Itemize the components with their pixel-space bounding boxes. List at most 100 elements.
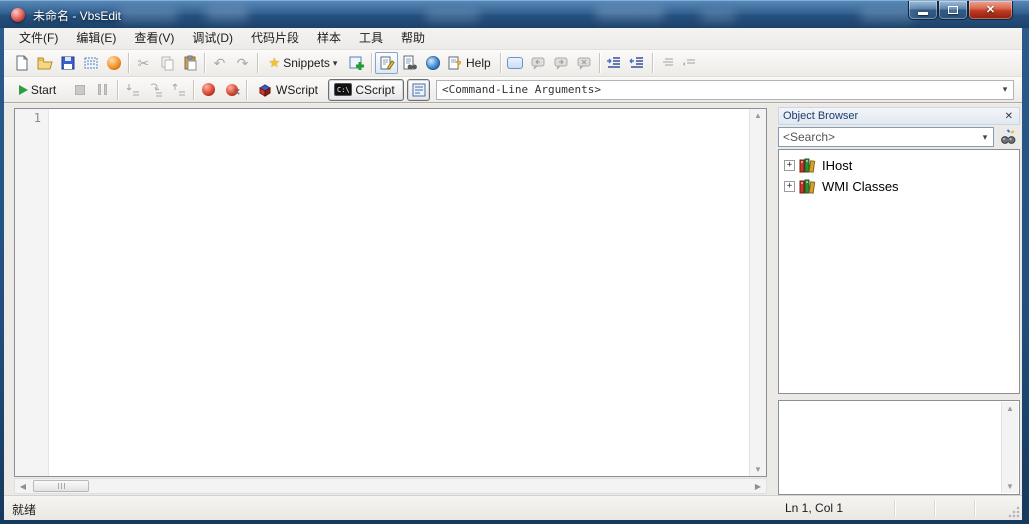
minimize-button[interactable] <box>908 1 938 20</box>
command-line-arguments-combo[interactable]: <Command-Line Arguments> ▾ <box>436 80 1014 100</box>
menu-help[interactable]: 帮助 <box>392 28 434 49</box>
status-separator <box>974 500 975 516</box>
snippets-dropdown-button[interactable]: ★ Snippets ▾ <box>261 52 345 74</box>
scroll-down-icon[interactable]: ▼ <box>750 465 766 474</box>
svg-text:?: ? <box>455 59 462 71</box>
code-editor[interactable]: 1 ▲ ▼ <box>14 108 767 477</box>
scrollbar-thumb[interactable] <box>33 480 89 492</box>
editor-vertical-scrollbar[interactable]: ▲ ▼ <box>749 109 766 476</box>
expand-icon[interactable]: + <box>784 160 795 171</box>
scroll-right-icon[interactable]: ▶ <box>750 482 766 491</box>
cut-button[interactable]: ✂ <box>132 52 155 74</box>
start-button[interactable]: Start <box>10 79 68 101</box>
menu-file[interactable]: 文件(F) <box>10 28 67 49</box>
help-document-icon: ? <box>447 55 463 71</box>
status-separator <box>934 500 935 516</box>
title-bar[interactable]: 未命名 - VbsEdit ✕ <box>0 0 1029 28</box>
paste-icon <box>182 55 198 71</box>
open-file-button[interactable] <box>33 52 56 74</box>
menu-tools[interactable]: 工具 <box>350 28 392 49</box>
stop-button[interactable] <box>68 79 91 101</box>
indent-button[interactable] <box>603 52 626 74</box>
record-button[interactable] <box>102 52 125 74</box>
menu-debug[interactable]: 调试(D) <box>183 28 242 49</box>
add-snippet-button[interactable] <box>345 52 368 74</box>
toggle-breakpoint-button[interactable] <box>197 79 220 101</box>
menu-edit[interactable]: 编辑(E) <box>67 28 125 49</box>
panel-splitter[interactable] <box>770 104 778 495</box>
tree-item-label: WMI Classes <box>822 179 899 194</box>
next-bookmark-button[interactable] <box>550 52 573 74</box>
samples-button[interactable] <box>79 52 102 74</box>
cscript-button[interactable]: C:\ CScript <box>328 79 404 101</box>
comment-button[interactable] <box>656 52 679 74</box>
step-out-button[interactable] <box>167 79 190 101</box>
menu-snippets[interactable]: 代码片段 <box>242 28 308 49</box>
wscript-label: WScript <box>276 83 318 97</box>
scroll-up-icon[interactable]: ▲ <box>1002 404 1018 413</box>
menu-bar: 文件(F) 编辑(E) 查看(V) 调试(D) 代码片段 样本 工具 帮助 <box>4 28 1022 50</box>
web-help-button[interactable] <box>421 52 444 74</box>
maximize-button[interactable] <box>938 1 968 20</box>
bubble-next-icon <box>553 55 569 71</box>
cut-icon: ✂ <box>138 55 150 72</box>
pause-button[interactable] <box>91 79 114 101</box>
clear-bookmarks-button[interactable] <box>573 52 596 74</box>
start-icon <box>19 85 28 95</box>
clear-breakpoints-button[interactable]: ✕ <box>220 79 243 101</box>
tooltip-box-button[interactable] <box>504 52 527 74</box>
search-combo[interactable]: <Search> ▾ <box>778 127 994 147</box>
editor-horizontal-scrollbar[interactable]: ◀ ▶ <box>14 478 767 494</box>
start-label: Start <box>31 83 56 97</box>
description-vertical-scrollbar[interactable]: ▲ ▼ <box>1001 402 1018 493</box>
member-description-panel[interactable]: ▲ ▼ <box>778 400 1020 495</box>
resize-grip[interactable] <box>1008 506 1020 518</box>
find-in-document-button[interactable] <box>398 52 421 74</box>
debug-toolbar: Start ✕ <box>4 77 1022 103</box>
minimize-icon <box>918 12 928 15</box>
toolbar-separator <box>500 53 501 73</box>
chevron-down-icon: ▾ <box>333 58 338 69</box>
expand-icon[interactable]: + <box>784 181 795 192</box>
menu-samples[interactable]: 样本 <box>308 28 350 49</box>
save-button[interactable] <box>56 52 79 74</box>
snippets-label: Snippets <box>283 56 330 70</box>
uncomment-button[interactable] <box>679 52 702 74</box>
object-browser-search-row: <Search> ▾ <box>778 125 1020 149</box>
tree-item-wmi-classes[interactable]: + WMI Classes <box>784 176 1019 197</box>
wscript-button[interactable]: WScript <box>250 79 328 101</box>
paste-button[interactable] <box>178 52 201 74</box>
chevron-down-icon[interactable]: ▾ <box>997 84 1013 95</box>
scroll-down-icon[interactable]: ▼ <box>1002 482 1018 491</box>
edit-document-icon <box>379 55 395 71</box>
menu-view[interactable]: 查看(V) <box>125 28 183 49</box>
copy-button[interactable] <box>155 52 178 74</box>
snippets-star-icon: ★ <box>269 55 281 71</box>
chevron-down-icon[interactable]: ▾ <box>977 132 993 143</box>
open-folder-icon <box>37 55 53 71</box>
tree-item-ihost[interactable]: + IHost <box>784 155 1019 176</box>
step-over-button[interactable] <box>144 79 167 101</box>
status-bar: 就绪 Ln 1, Col 1 <box>4 495 1022 520</box>
help-button[interactable]: ? Help <box>444 52 497 74</box>
step-over-icon <box>148 82 164 98</box>
scroll-up-icon[interactable]: ▲ <box>750 111 766 120</box>
search-button[interactable] <box>996 127 1020 147</box>
editor-view-button[interactable] <box>375 52 398 74</box>
find-document-icon <box>402 55 418 71</box>
glass-reflection <box>118 9 178 21</box>
bubble-clear-icon <box>576 55 592 71</box>
object-browser-tree[interactable]: + IHost + <box>778 149 1020 394</box>
outdent-button[interactable] <box>626 52 649 74</box>
close-panel-button[interactable]: ✕ <box>1003 111 1015 122</box>
undo-button[interactable]: ↶ <box>208 52 231 74</box>
show-console-button[interactable] <box>407 79 430 101</box>
previous-bookmark-button[interactable] <box>527 52 550 74</box>
code-surface[interactable] <box>49 109 749 476</box>
scroll-left-icon[interactable]: ◀ <box>15 482 31 491</box>
step-into-button[interactable] <box>121 79 144 101</box>
close-button[interactable]: ✕ <box>968 1 1013 20</box>
uncomment-lines-icon <box>682 55 698 71</box>
redo-button[interactable]: ↷ <box>231 52 254 74</box>
new-file-button[interactable] <box>10 52 33 74</box>
